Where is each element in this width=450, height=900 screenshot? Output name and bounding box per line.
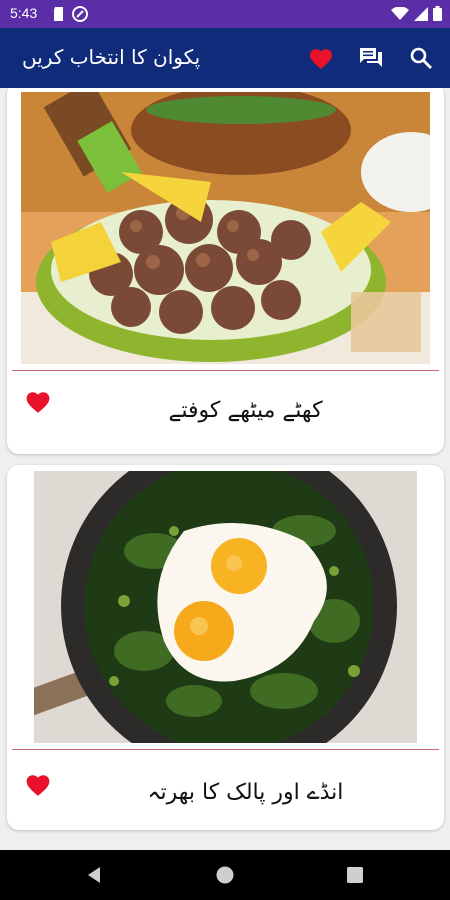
sd-card-icon	[54, 7, 63, 21]
no-disturb-icon	[72, 6, 88, 22]
status-right-icons	[391, 6, 442, 21]
recipe-list[interactable]: کھٹے میٹھے کوفتے انڈے اور پالک کا بھرتہ	[0, 88, 450, 850]
search-button[interactable]	[406, 43, 436, 73]
battery-icon	[433, 6, 442, 21]
meatballs-photo	[21, 92, 430, 364]
eggs-spinach-photo	[34, 471, 417, 743]
home-icon[interactable]	[214, 864, 236, 886]
favorite-heart-icon[interactable]	[25, 773, 51, 797]
recents-icon[interactable]	[344, 864, 366, 886]
status-left-icons	[52, 6, 88, 22]
chat-icon	[360, 48, 382, 67]
recipe-image[interactable]	[21, 92, 430, 364]
search-icon	[410, 47, 432, 69]
recipe-title[interactable]: کھٹے میٹھے کوفتے	[67, 398, 424, 423]
divider	[12, 370, 439, 371]
status-time: 5:43	[10, 5, 38, 21]
wifi-icon	[391, 6, 409, 20]
recipe-image[interactable]	[34, 471, 417, 743]
favorites-button[interactable]	[306, 43, 336, 73]
app-bar: پکوان کا انتخاب کریں	[0, 28, 450, 88]
recipe-card[interactable]: انڈے اور پالک کا بھرتہ	[7, 465, 444, 830]
recipe-title[interactable]: انڈے اور پالک کا بھرتہ	[67, 780, 424, 805]
page-title: پکوان کا انتخاب کریں	[22, 45, 201, 69]
status-bar: 5:43	[0, 0, 450, 28]
recipe-card[interactable]: کھٹے میٹھے کوفتے	[7, 88, 444, 454]
back-icon[interactable]	[84, 864, 106, 886]
system-nav-bar	[0, 850, 450, 900]
app-actions	[306, 43, 436, 73]
divider	[12, 749, 439, 750]
chat-button[interactable]	[356, 43, 386, 73]
signal-icon	[414, 6, 428, 21]
favorite-heart-icon[interactable]	[25, 390, 51, 414]
heart-icon	[310, 48, 332, 69]
